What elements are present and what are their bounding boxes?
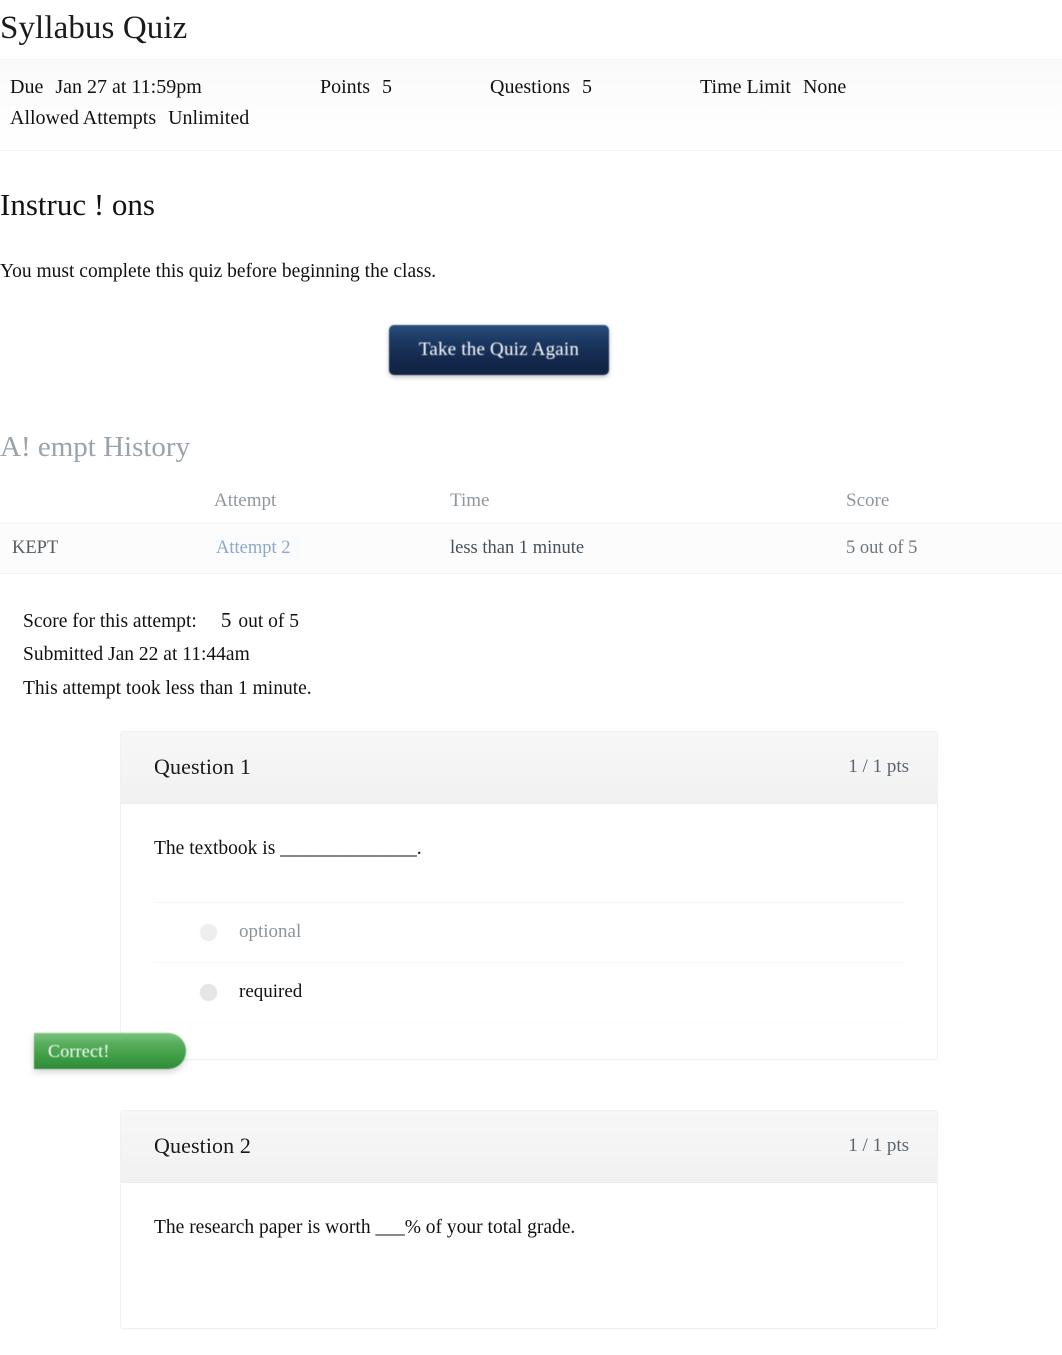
answer-option-optional[interactable]: optional — [154, 902, 904, 962]
take-quiz-button-wrap: Take the Quiz Again — [0, 324, 1062, 375]
duration-line: This attempt took less than 1 minute. — [23, 677, 312, 699]
answer-label: required — [239, 981, 303, 1003]
page-title: Syllabus Quiz — [0, 10, 188, 46]
questions-label: Questions — [490, 76, 570, 99]
quiz-results-page: Syllabus Quiz Due Jan 27 at 11:59pm Poin… — [0, 0, 1062, 1355]
question-1-answers: optional Correct! required — [34, 902, 904, 1070]
points-value: 5 — [382, 76, 393, 99]
question-1-body: The textbook is ______________. optional… — [34, 804, 937, 1070]
quiz-meta-row-secondary: Allowed Attempts Unlimited — [0, 103, 1062, 134]
score-out-of: out of 5 — [238, 610, 300, 632]
time-limit-value: None — [802, 76, 847, 99]
answer-label: optional — [239, 921, 302, 943]
question-1-title: Question 1 — [154, 754, 251, 780]
answer-option-required[interactable]: Correct! required — [34, 962, 904, 1070]
take-quiz-again-button[interactable]: Take the Quiz Again — [388, 324, 610, 375]
question-1-spacer — [154, 1023, 904, 1059]
meta-cell-questions: Questions 5 — [490, 72, 700, 103]
question-2-header: Question 2 1 / 1 pts — [121, 1110, 937, 1183]
allowed-attempts-label: Allowed Attempts — [10, 107, 157, 130]
cell-kept-status: KEPT — [0, 522, 214, 574]
cell-attempt: Attempt 2 — [214, 522, 450, 574]
radio-button-icon[interactable] — [200, 924, 217, 942]
allowed-attempts-value: Unlimited — [168, 107, 250, 130]
question-2-title: Question 2 — [154, 1132, 251, 1158]
table-header-row: Attempt Time Score — [0, 486, 1062, 524]
points-label: Points — [320, 76, 371, 99]
attempt-history-table: Attempt Time Score KEPT Attempt 2 less t… — [0, 486, 1062, 574]
instructions-heading: Instruc ! ons — [0, 187, 155, 223]
quiz-meta-row-primary: Due Jan 27 at 11:59pm Points 5 Questions… — [0, 72, 1062, 103]
cell-time: less than 1 minute — [450, 522, 846, 574]
meta-cell-time-limit: Time Limit None — [700, 72, 846, 103]
score-summary: Score for this attempt: 5 out of 5 Submi… — [0, 602, 1062, 706]
cell-score: 5 out of 5 — [846, 522, 1062, 574]
attempt-history-heading: A! empt History — [0, 430, 191, 463]
attempt-link[interactable]: Attempt 2 — [214, 535, 301, 561]
table-row: KEPT Attempt 2 less than 1 minute 5 out … — [0, 522, 1062, 574]
meta-cell-due: Due Jan 27 at 11:59pm — [0, 72, 320, 103]
question-1-points: 1 / 1 pts — [848, 756, 909, 778]
due-label: Due — [10, 76, 44, 99]
due-value: Jan 27 at 11:59pm — [55, 76, 202, 99]
question-2-spacer — [154, 1256, 904, 1328]
status-badge-correct: Correct! — [34, 1033, 186, 1070]
question-2-text: The research paper is worth ___% of your… — [154, 1216, 576, 1238]
column-header-attempt: Attempt — [214, 489, 277, 511]
question-1-header: Question 1 1 / 1 pts — [121, 732, 937, 805]
score-number: 5 — [220, 607, 232, 632]
quiz-meta-band: Due Jan 27 at 11:59pm Points 5 Questions… — [0, 59, 1062, 152]
radio-button-icon[interactable] — [200, 983, 217, 1001]
score-for-attempt-line: Score for this attempt: 5 out of 5 — [23, 602, 1062, 639]
question-2-points: 1 / 1 pts — [848, 1134, 909, 1156]
questions-value: 5 — [582, 76, 592, 99]
submitted-line: Submitted Jan 22 at 11:44am — [23, 644, 250, 666]
meta-cell-allowed-attempts: Allowed Attempts Unlimited — [0, 103, 249, 134]
instructions-body: You must complete this quiz before begin… — [0, 261, 437, 283]
question-card-2: Question 2 1 / 1 pts The research paper … — [120, 1109, 938, 1330]
column-header-score: Score — [846, 489, 890, 511]
meta-cell-points: Points 5 — [320, 72, 490, 103]
question-1-text: The textbook is ______________. — [154, 838, 422, 860]
question-2-body: The research paper is worth ___% of your… — [121, 1183, 937, 1328]
question-card-1: Question 1 1 / 1 pts The textbook is ___… — [34, 731, 938, 1070]
column-header-time: Time — [450, 489, 490, 511]
time-limit-label: Time Limit — [700, 76, 791, 99]
column-header-blank — [0, 486, 214, 524]
score-label: Score for this attempt: — [23, 610, 197, 632]
